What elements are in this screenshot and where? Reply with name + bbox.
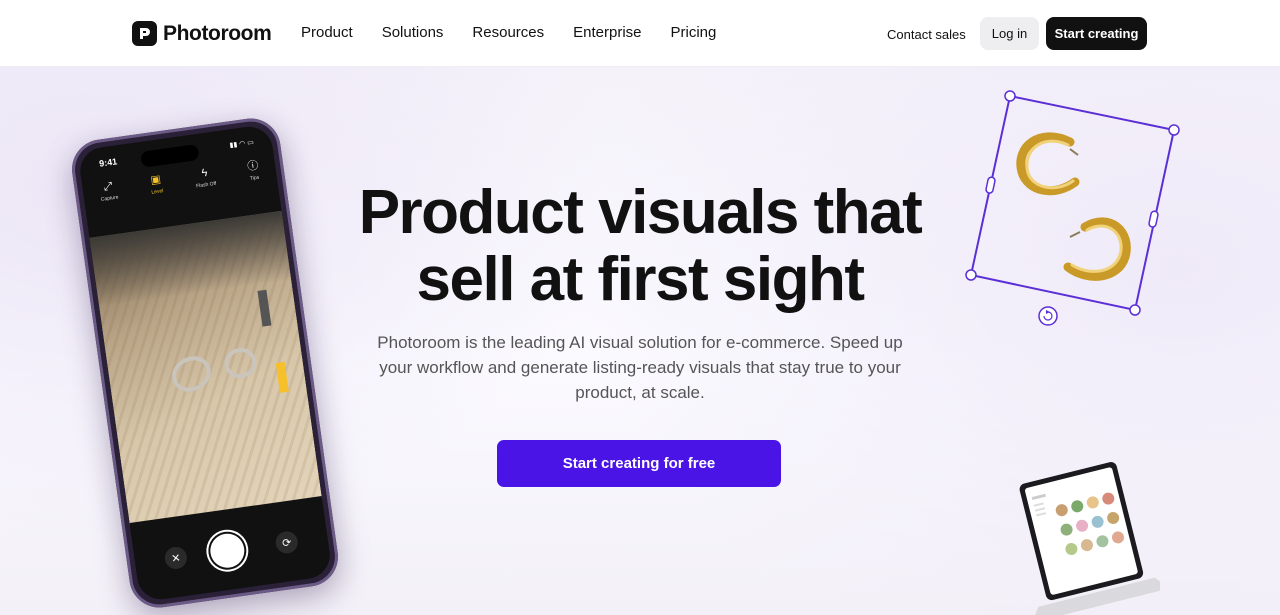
hero-headline: Product visuals that sell at first sight <box>340 179 940 313</box>
flash-tool[interactable]: ϟ Flash Off <box>194 166 217 190</box>
logo-text: Photoroom <box>163 21 272 45</box>
main-menu: Product Solutions Resources Enterprise P… <box>301 24 745 41</box>
level-icon: ▣ <box>149 173 162 187</box>
handle-left[interactable] <box>985 176 996 194</box>
tips-icon: ⓘ <box>246 159 260 174</box>
shutter-button[interactable] <box>208 531 247 570</box>
contact-sales-link[interactable]: Contact sales <box>887 27 966 42</box>
nav-link-solutions[interactable]: Solutions <box>382 24 444 41</box>
tips-label: Tips <box>249 174 260 182</box>
earring-photo-right <box>220 343 261 383</box>
earring-photo-left <box>165 349 218 399</box>
top-navigation: Photoroom Product Solutions Resources En… <box>0 0 1280 67</box>
start-creating-button[interactable]: Start creating <box>1046 17 1147 50</box>
headline-line-2: sell at first sight <box>416 245 865 314</box>
capture-icon: ⤢ <box>102 180 114 194</box>
tips-tool[interactable]: ⓘ Tips <box>247 160 261 182</box>
photoroom-logo[interactable]: Photoroom <box>132 21 272 46</box>
dynamic-island <box>140 143 200 168</box>
camera-viewfinder <box>89 210 322 526</box>
handle-top-left[interactable] <box>1004 90 1016 102</box>
nav-link-product[interactable]: Product <box>301 24 353 41</box>
nav-link-resources[interactable]: Resources <box>472 24 544 41</box>
nav-link-enterprise[interactable]: Enterprise <box>573 24 641 41</box>
status-time: 9:41 <box>98 156 118 169</box>
viewfinder-side-label <box>257 289 272 327</box>
nav-link-pricing[interactable]: Pricing <box>671 24 717 41</box>
flash-off-icon: ϟ <box>200 166 209 180</box>
phone-mockup: 9:41 ▮▮ ◠ ▭ ⤢ Capture ▣ Level ϟ Flash Of… <box>68 114 350 615</box>
flip-camera-button[interactable]: ⟳ <box>274 529 300 555</box>
logo-mark-icon <box>132 21 157 46</box>
handle-right[interactable] <box>1148 210 1159 228</box>
start-creating-free-button[interactable]: Start creating for free <box>497 440 781 487</box>
level-label: Level <box>151 188 164 196</box>
horizon-indicator <box>275 361 289 393</box>
handle-bottom-left[interactable] <box>965 269 977 281</box>
flash-label: Flash Off <box>195 180 217 190</box>
handle-top-right[interactable] <box>1168 124 1180 136</box>
handle-bottom-right[interactable] <box>1129 304 1141 316</box>
rotate-handle-icon[interactable] <box>1038 306 1058 326</box>
gold-earring-bottom <box>1063 217 1131 281</box>
battery-icon: ▮▮ ◠ ▭ <box>229 139 255 150</box>
selection-box <box>965 90 1180 316</box>
hero-section: 9:41 ▮▮ ◠ ▭ ⤢ Capture ▣ Level ϟ Flash Of… <box>0 67 1280 615</box>
login-button[interactable]: Log in <box>980 17 1039 50</box>
earring-selection-graphic <box>965 90 1180 326</box>
gold-earring-top <box>1016 132 1080 196</box>
capture-tool[interactable]: ⤢ Capture <box>98 180 119 203</box>
laptop-mockup <box>1019 462 1160 615</box>
headline-line-1: Product visuals that <box>358 178 923 247</box>
close-camera-button[interactable]: ✕ <box>163 545 189 571</box>
hero-subheading: Photoroom is the leading AI visual solut… <box>377 333 903 402</box>
capture-label: Capture <box>100 194 119 203</box>
phone-screen: 9:41 ▮▮ ◠ ▭ ⤢ Capture ▣ Level ϟ Flash Of… <box>77 123 333 603</box>
phone-body: 9:41 ▮▮ ◠ ▭ ⤢ Capture ▣ Level ϟ Flash Of… <box>68 114 342 612</box>
level-tool[interactable]: ▣ Level <box>149 173 164 195</box>
